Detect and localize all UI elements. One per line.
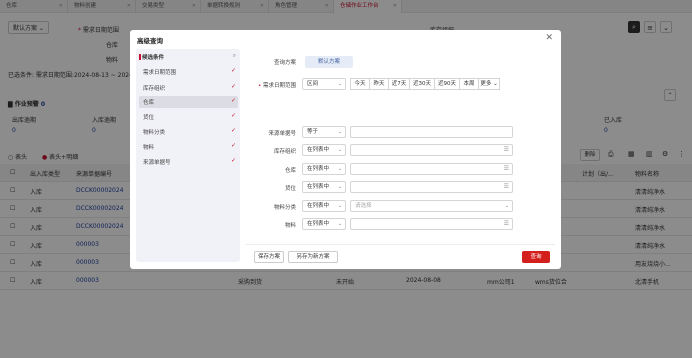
need-date-label: • 需求日期范围 bbox=[257, 83, 296, 89]
condition-panel: 查询方案 默认方案 • 需求日期范围 区间 ⌄ 今天 昨天 近7天 近30天 近9… bbox=[246, 49, 556, 259]
save-scheme-button[interactable]: 保存方案 bbox=[254, 251, 284, 263]
quick-7d[interactable]: 近7天 bbox=[388, 78, 410, 90]
candidate-source-doc[interactable]: 来源单据号 ✓ bbox=[139, 156, 238, 168]
material-label: 物料 bbox=[284, 223, 296, 229]
list-icon[interactable]: ☰ bbox=[504, 182, 509, 192]
quick-more[interactable]: 更多 ⌄ bbox=[478, 78, 500, 90]
candidate-title: 候选条件 bbox=[138, 54, 165, 61]
check-icon: ✓ bbox=[230, 112, 236, 119]
source-doc-input[interactable] bbox=[350, 126, 513, 138]
advanced-query-dialog: 高级查询 ✕ 候选条件 ⌕ 需求日期范围 ✓ 库存组织 ✓ 仓库 ✓ 货位 ✓ 物料分类… bbox=[130, 30, 561, 269]
inventory-org-label: 库存组织 bbox=[273, 149, 296, 155]
op-select-need-date[interactable]: 区间 ⌄ bbox=[302, 78, 346, 90]
check-icon: ✓ bbox=[230, 97, 236, 104]
save-as-scheme-button[interactable]: 另存为新方案 bbox=[288, 251, 338, 263]
quick-this-week[interactable]: 本周 bbox=[459, 78, 479, 90]
candidate-need-date[interactable]: 需求日期范围 ✓ bbox=[139, 66, 238, 78]
candidate-panel: 候选条件 ⌕ 需求日期范围 ✓ 库存组织 ✓ 仓库 ✓ 货位 ✓ 物料分类 ✓ 物料 ✓ 来… bbox=[136, 49, 240, 262]
op-select-material[interactable]: 在列表中 ⌄ bbox=[302, 218, 346, 230]
dialog-footer: 保存方案 另存为新方案 查询 bbox=[246, 244, 555, 266]
close-icon[interactable]: ✕ bbox=[545, 33, 553, 43]
candidate-material-category[interactable]: 物料分类 ✓ bbox=[139, 126, 238, 138]
material-category-label: 物料分类 bbox=[273, 205, 296, 211]
op-select-source-doc[interactable]: 等于 ⌄ bbox=[302, 126, 346, 138]
quick-yesterday[interactable]: 昨天 bbox=[369, 78, 389, 90]
warehouse-input[interactable]: ☰ bbox=[350, 163, 513, 175]
op-select-location[interactable]: 在列表中 ⌄ bbox=[302, 181, 346, 193]
query-button[interactable]: 查询 bbox=[522, 251, 550, 263]
list-icon[interactable]: ☰ bbox=[504, 219, 509, 229]
op-select-material-category[interactable]: 在列表中 ⌄ bbox=[302, 200, 346, 212]
candidate-warehouse[interactable]: 仓库 ✓ bbox=[139, 96, 238, 108]
source-doc-label: 来源单据号 bbox=[268, 131, 296, 137]
op-select-warehouse[interactable]: 在列表中 ⌄ bbox=[302, 163, 346, 175]
check-icon: ✓ bbox=[230, 157, 236, 164]
candidate-material[interactable]: 物料 ✓ bbox=[139, 141, 238, 153]
quick-30d[interactable]: 近30天 bbox=[409, 78, 435, 90]
material-category-select[interactable]: 请选择 ⌄ bbox=[350, 200, 513, 212]
quick-90d[interactable]: 近90天 bbox=[434, 78, 460, 90]
dialog-title: 高级查询 bbox=[137, 37, 163, 45]
candidate-location[interactable]: 货位 ✓ bbox=[139, 111, 238, 123]
list-icon[interactable]: ☰ bbox=[504, 145, 509, 155]
material-input[interactable]: ☰ bbox=[350, 218, 513, 230]
op-select-inventory-org[interactable]: 在列表中 ⌄ bbox=[302, 144, 346, 156]
candidate-inventory-org[interactable]: 库存组织 ✓ bbox=[139, 82, 238, 94]
warehouse-label: 仓库 bbox=[284, 168, 296, 174]
inventory-org-input[interactable]: ☰ bbox=[350, 144, 513, 156]
location-label: 货位 bbox=[284, 186, 296, 192]
quick-today[interactable]: 今天 bbox=[350, 78, 370, 90]
scheme-label: 查询方案 bbox=[273, 60, 296, 66]
scheme-pill[interactable]: 默认方案 bbox=[305, 56, 353, 68]
location-input[interactable]: ☰ bbox=[350, 181, 513, 193]
check-icon: ✓ bbox=[230, 67, 236, 74]
list-icon[interactable]: ☰ bbox=[504, 164, 509, 174]
